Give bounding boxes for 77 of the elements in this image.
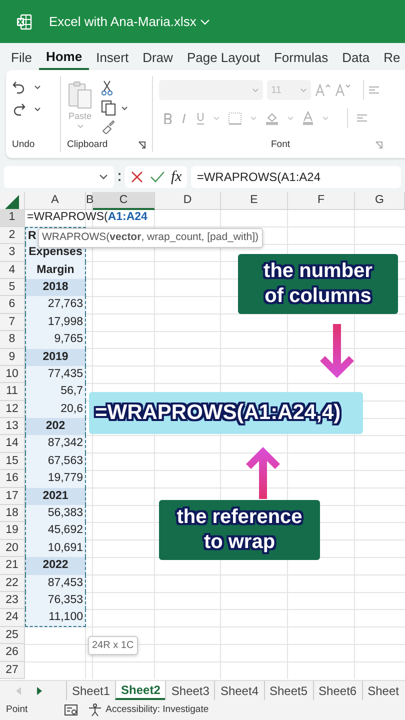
row-header[interactable]: 24 (0, 609, 25, 627)
cell-formula[interactable]: =WRAPROWS(A1:A24 (25, 209, 155, 227)
row-header[interactable]: 14 (0, 435, 25, 453)
accessibility-button[interactable]: Accessibility: Investigate (88, 702, 209, 718)
table-cell: 76,353 (25, 592, 86, 610)
menu-tab[interactable]: File (4, 46, 39, 70)
table-cell: 56,383 (25, 505, 86, 522)
row-header[interactable]: 17 (0, 488, 25, 506)
row-header[interactable]: 1 (0, 209, 25, 227)
row-header[interactable]: 10 (0, 366, 25, 384)
group-label: Undo (12, 138, 35, 150)
row-header[interactable]: 7 (0, 314, 25, 332)
column-header[interactable]: B (86, 192, 93, 210)
table-cell: 9,765 (25, 331, 86, 349)
column-header[interactable]: E (221, 192, 288, 210)
row-header[interactable]: 18 (0, 505, 25, 522)
row-header[interactable]: 11 (0, 383, 25, 401)
callout-label: the reference to wrap (159, 500, 320, 560)
table-cell: 2021 (25, 488, 86, 506)
row-header[interactable]: 3 (0, 244, 25, 262)
row-header[interactable]: 19 (0, 522, 25, 540)
group-label: Font (271, 138, 290, 152)
row-header[interactable]: 6 (0, 296, 25, 314)
row-header[interactable]: 27 (0, 662, 25, 679)
row-header[interactable]: 21 (0, 557, 25, 575)
menu-tab[interactable]: Insert (89, 46, 136, 70)
row-header[interactable]: 5 (0, 278, 25, 296)
row-header[interactable]: 25 (0, 626, 25, 644)
table-cell: 20,6 (25, 400, 86, 418)
menu-tab[interactable]: Data (335, 46, 377, 70)
table-cell: 10,691 (25, 540, 86, 558)
row-header[interactable]: 20 (0, 540, 25, 558)
paste-label: Paste (68, 110, 92, 123)
table-cell: Margin (25, 262, 86, 279)
row-header[interactable]: 22 (0, 574, 25, 592)
table-cell: 87,453 (25, 574, 86, 592)
row-header[interactable]: 8 (0, 331, 25, 349)
menu-tab[interactable]: Draw (136, 46, 180, 70)
range-tooltip: 24R x 1C (88, 636, 138, 655)
row-header[interactable]: 4 (0, 262, 25, 279)
table-cell: 2018 (25, 278, 86, 296)
row-header[interactable]: 26 (0, 644, 25, 662)
column-header[interactable]: A (25, 192, 86, 210)
row-header[interactable]: 12 (0, 400, 25, 418)
insert-function-button[interactable]: fx (171, 166, 182, 188)
table-cell: 45,692 (25, 522, 86, 540)
column-header[interactable]: D (155, 192, 221, 210)
callout-formula: =WRAPROWS(A1:A24,4) (89, 392, 363, 434)
menu-tab[interactable]: Formulas (266, 46, 336, 70)
table-cell: 77,435 (25, 366, 86, 384)
row-header[interactable]: 9 (0, 348, 25, 366)
table-cell: 27,763 (25, 296, 86, 314)
formula-field[interactable]: =WRAPROWS(A1:A24 (190, 166, 401, 188)
table-cell: 202 (25, 418, 86, 436)
column-header[interactable]: C (93, 192, 155, 210)
row-header[interactable]: 13 (0, 418, 25, 436)
menu-tab[interactable]: Page Layout (180, 46, 267, 70)
table-cell: 2019 (25, 348, 86, 366)
table-cell: 17,998 (25, 314, 86, 332)
table-cell: 67,563 (25, 452, 86, 470)
row-header[interactable]: 2 (0, 226, 25, 244)
table-cell: 11,100 (25, 609, 86, 627)
column-header[interactable]: F (288, 192, 355, 210)
row-header[interactable]: 15 (0, 452, 25, 470)
menu-tab[interactable]: Re (376, 46, 405, 70)
table-cell: 56,7 (25, 383, 86, 401)
table-cell: 2022 (25, 557, 86, 575)
status-mode: Point (6, 702, 28, 717)
sheet-tab[interactable]: Sheet2 (115, 681, 166, 700)
row-header[interactable]: 16 (0, 470, 25, 488)
row-header[interactable]: 23 (0, 592, 25, 610)
group-label: Clipboard (67, 138, 108, 152)
table-cell: 87,342 (25, 435, 86, 453)
callout-label: the number of columns (238, 254, 398, 314)
function-tooltip: WRAPROWS(vector, wrap_count, [pad_with]) (38, 228, 263, 248)
column-header[interactable]: G (355, 192, 405, 210)
table-cell: 19,779 (25, 470, 86, 488)
